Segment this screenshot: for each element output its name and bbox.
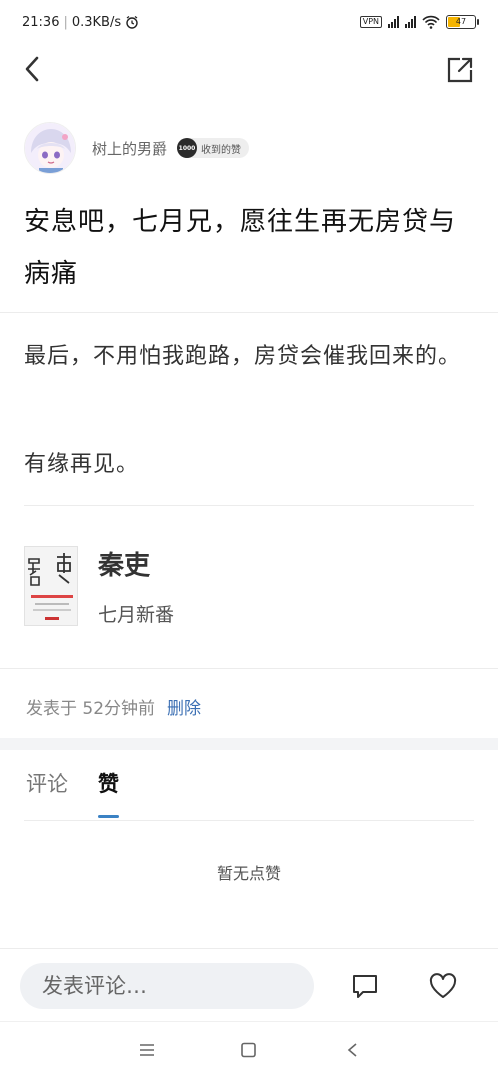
game-card[interactable]: 秦吏 七月新番	[24, 545, 174, 627]
section-separator	[0, 738, 498, 750]
wifi-icon	[422, 15, 440, 29]
signal-icon	[405, 16, 416, 28]
comment-input[interactable]	[20, 963, 314, 1009]
author-name[interactable]: 树上的男爵	[92, 138, 167, 159]
comment-bubble-icon	[353, 975, 377, 998]
status-left: 21:36 | 0.3KB/s	[22, 15, 139, 30]
post-title: 安息吧，七月兄，愿往生再无房贷与病痛	[24, 207, 457, 289]
status-separator: |	[63, 14, 68, 30]
comment-bar	[0, 948, 498, 1020]
vpn-badge: VPN	[359, 16, 382, 28]
post-paragraph: 最后，不用怕我跑路，房贷会催我回来的。	[24, 344, 462, 369]
signal-icon	[388, 16, 399, 28]
game-info: 秦吏 七月新番	[98, 545, 174, 627]
post-time: 发表于 52分钟前	[26, 699, 156, 719]
back-button[interactable]	[18, 54, 48, 84]
divider	[0, 668, 498, 669]
share-button[interactable]	[446, 56, 474, 84]
share-external-icon	[447, 57, 473, 83]
tab-comments[interactable]: 评论	[26, 768, 68, 818]
heart-icon	[429, 973, 457, 998]
alarm-icon	[126, 15, 138, 29]
tab-bar: 评论 赞	[26, 768, 119, 818]
delete-link[interactable]: 删除	[167, 694, 201, 719]
divider	[0, 312, 498, 313]
game-cover-art	[25, 547, 77, 625]
game-name[interactable]: 秦吏	[98, 545, 174, 582]
avatar[interactable]	[24, 122, 76, 174]
like-button[interactable]	[428, 971, 458, 1001]
home-icon[interactable]	[240, 1042, 258, 1058]
chevron-left-icon	[25, 56, 39, 82]
comment-button[interactable]	[350, 971, 380, 1001]
battery-icon: 47	[446, 15, 479, 29]
menu-icon[interactable]	[138, 1042, 156, 1058]
avatar-image	[25, 123, 75, 173]
empty-likes-text: 暂无点赞	[216, 864, 281, 883]
status-time: 21:36	[22, 14, 60, 30]
divider	[24, 820, 474, 821]
badge-number: 1000	[177, 138, 198, 158]
likes-received-badge: 1000 收到的赞	[177, 138, 250, 158]
post-paragraph: 有缘再见。	[24, 452, 140, 477]
system-nav-bar	[0, 1021, 498, 1080]
status-right: VPN 47	[359, 15, 479, 29]
tab-likes[interactable]: 赞	[98, 768, 119, 818]
post-meta: 发表于 52分钟前 删除	[26, 694, 201, 719]
author-row: 树上的男爵 1000 收到的赞	[24, 122, 250, 174]
status-net-speed: 0.3KB/s	[71, 14, 122, 30]
status-bar: 21:36 | 0.3KB/s VPN 47	[0, 0, 498, 44]
game-cover-image	[24, 546, 78, 626]
top-nav	[0, 48, 498, 92]
game-author: 七月新番	[98, 604, 175, 626]
battery-level: 47	[455, 17, 467, 26]
divider	[24, 505, 474, 506]
back-nav-icon[interactable]	[344, 1042, 362, 1058]
badge-label: 收到的赞	[201, 144, 242, 156]
